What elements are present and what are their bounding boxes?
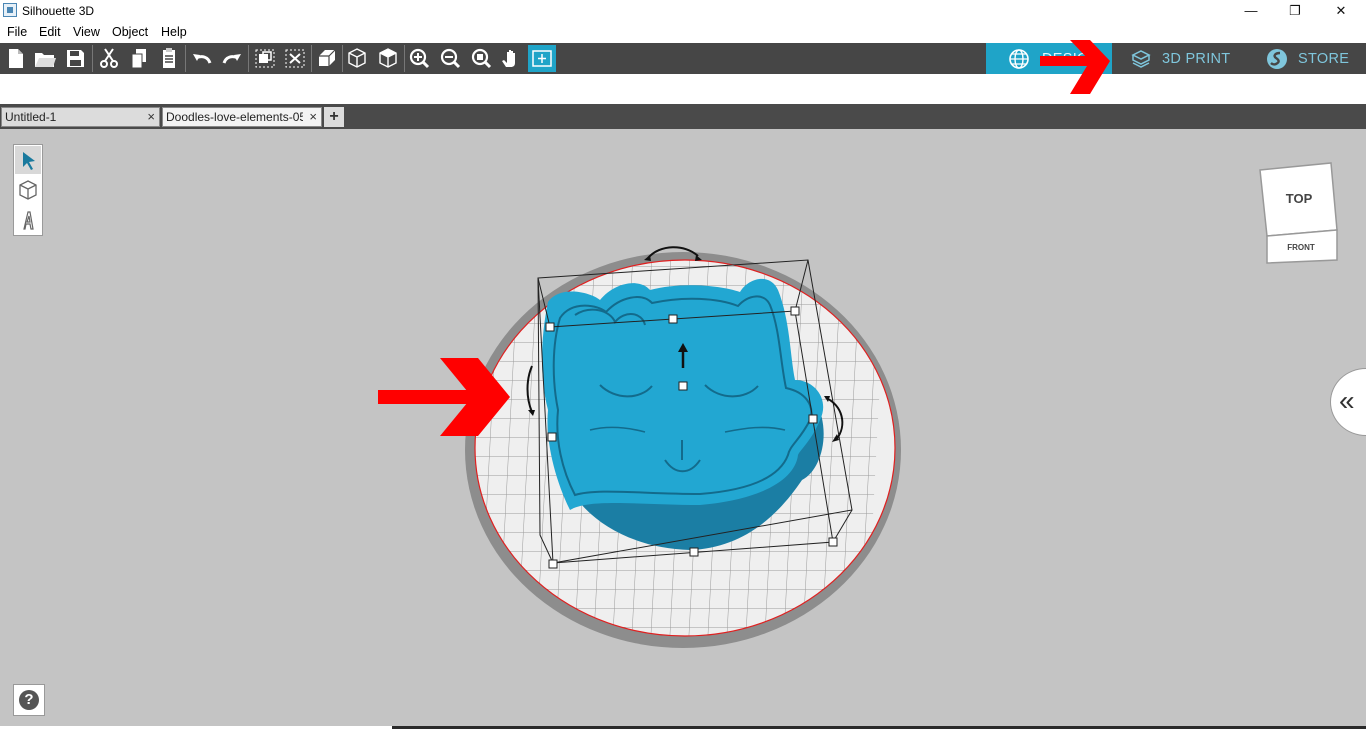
help-icon: ?: [19, 690, 39, 710]
cat-cookie-cutter-model[interactable]: [542, 278, 824, 510]
center-handle[interactable]: [678, 381, 688, 391]
shape-tool-icon[interactable]: [15, 176, 41, 204]
double-chevron-left-icon: «: [1339, 385, 1355, 416]
scale-handle[interactable]: [547, 432, 557, 442]
view-cube[interactable]: TOP FRONT: [1255, 160, 1341, 270]
scale-handle[interactable]: [548, 559, 558, 569]
text-tool-icon[interactable]: [15, 206, 41, 234]
3d-viewport[interactable]: [0, 0, 1366, 729]
scale-handle[interactable]: [828, 537, 838, 547]
scale-handle[interactable]: [545, 322, 555, 332]
annotation-arrow-top: [1040, 40, 1110, 94]
scale-handle[interactable]: [689, 547, 699, 557]
tool-panel: [13, 144, 43, 236]
help-button[interactable]: ?: [13, 684, 45, 716]
select-tool-icon[interactable]: [15, 146, 41, 174]
scale-handle[interactable]: [668, 314, 678, 324]
scale-handle[interactable]: [808, 414, 818, 424]
scale-handle[interactable]: [790, 306, 800, 316]
view-cube-front-label: FRONT: [1287, 243, 1315, 252]
view-cube-top-label: TOP: [1286, 191, 1313, 206]
